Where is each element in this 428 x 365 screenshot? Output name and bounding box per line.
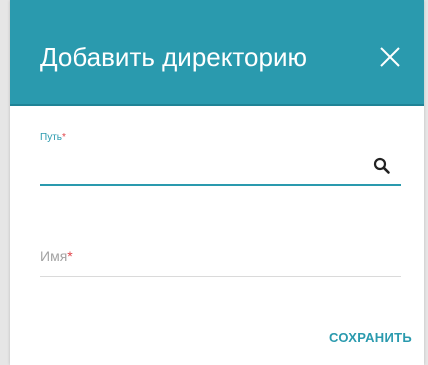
dialog-title: Добавить директорию bbox=[40, 42, 307, 72]
search-icon[interactable] bbox=[370, 154, 394, 178]
name-field: Имя* bbox=[40, 242, 401, 278]
dialog-header: Добавить директорию bbox=[10, 0, 424, 106]
path-input[interactable] bbox=[40, 154, 360, 176]
name-underline bbox=[40, 276, 401, 277]
path-field: Путь* bbox=[40, 132, 401, 188]
save-button[interactable]: СОХРАНИТЬ bbox=[329, 330, 412, 345]
path-label-text: Путь bbox=[40, 132, 62, 143]
close-icon[interactable] bbox=[377, 44, 403, 70]
required-marker: * bbox=[61, 132, 66, 143]
path-underline bbox=[40, 184, 401, 186]
path-label: Путь* bbox=[40, 132, 66, 143]
add-directory-dialog: Добавить директорию Путь* Имя* СОХРАНИТЬ bbox=[10, 0, 424, 365]
name-input[interactable] bbox=[40, 246, 401, 268]
